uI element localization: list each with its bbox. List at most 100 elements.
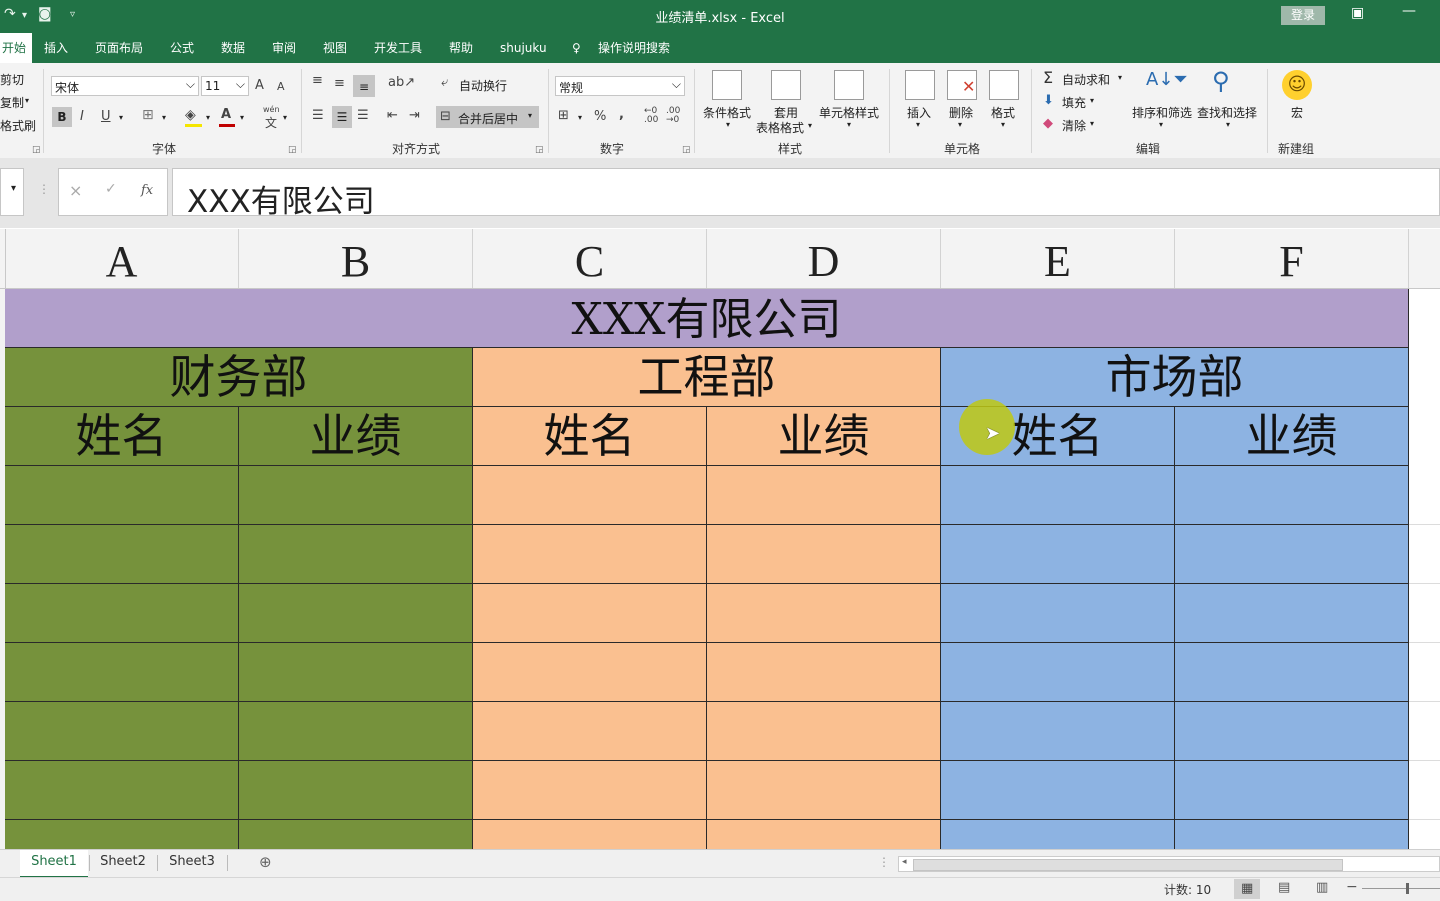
find-dropdown-icon[interactable]: ▾	[1226, 120, 1230, 129]
login-button[interactable]: 登录	[1281, 6, 1325, 25]
ribbon-display-icon[interactable]: ▣	[1351, 5, 1364, 21]
normal-view-button[interactable]: ▦	[1234, 879, 1260, 899]
autosum-button[interactable]: 自动求和	[1062, 71, 1110, 88]
accounting-dropdown-icon[interactable]: ▾	[578, 113, 582, 122]
name-box-dropdown-icon[interactable]: ▾	[11, 183, 16, 194]
delete-dropdown-icon[interactable]: ▾	[958, 120, 962, 129]
number-launcher-icon[interactable]: ◲	[682, 145, 691, 155]
cell-e9[interactable]	[941, 761, 1175, 820]
macro-button[interactable]: 宏	[1291, 104, 1303, 121]
cell-c10[interactable]	[473, 820, 707, 849]
font-size-select[interactable]: 11 ⌵	[201, 76, 249, 96]
dept-finance-cell[interactable]: 财务部	[5, 348, 473, 407]
cell-e8[interactable]	[941, 702, 1175, 761]
font-color-dropdown-icon[interactable]: ▾	[240, 113, 244, 122]
format-as-table-label2[interactable]: 表格格式	[756, 119, 804, 136]
cell-f7[interactable]	[1175, 643, 1409, 702]
cell-c9[interactable]	[473, 761, 707, 820]
header-name-finance[interactable]: 姓名	[5, 407, 239, 466]
header-performance-finance[interactable]: 业绩	[239, 407, 473, 466]
cell-b9[interactable]	[239, 761, 473, 820]
alignment-launcher-icon[interactable]: ◲	[535, 145, 544, 155]
cell-f10[interactable]	[1175, 820, 1409, 849]
cut-button[interactable]: 剪切	[0, 71, 24, 88]
tab-formulas[interactable]: 公式	[170, 33, 194, 63]
insert-dropdown-icon[interactable]: ▾	[916, 120, 920, 129]
cell-a7[interactable]	[5, 643, 239, 702]
column-header-e[interactable]: E	[941, 229, 1175, 288]
cell-a10[interactable]	[5, 820, 239, 849]
tab-developer[interactable]: 开发工具	[374, 33, 422, 63]
cell-b7[interactable]	[239, 643, 473, 702]
find-select-button[interactable]: 查找和选择	[1197, 104, 1257, 121]
font-name-select[interactable]: 宋体 ⌵	[51, 76, 199, 96]
zoom-slider[interactable]	[1362, 888, 1440, 889]
shrink-font-icon[interactable]: A	[277, 80, 285, 93]
decrease-indent-icon[interactable]: ⇤	[387, 108, 398, 123]
column-header-c[interactable]: C	[473, 229, 707, 288]
sheet-tab-sheet2[interactable]: Sheet2	[90, 850, 156, 876]
cell-f8[interactable]	[1175, 702, 1409, 761]
format-cells-button[interactable]: 格式	[991, 104, 1015, 121]
align-middle-icon[interactable]: ≡	[334, 76, 345, 91]
column-header-b[interactable]: B	[239, 229, 473, 288]
header-name-engineering[interactable]: 姓名	[473, 407, 707, 466]
cell-g6[interactable]	[1409, 584, 1440, 643]
cell-f4[interactable]	[1175, 466, 1409, 525]
format-painter-button[interactable]: 格式刷	[0, 117, 36, 134]
insert-function-icon[interactable]: fx	[141, 183, 153, 198]
copy-dropdown-icon[interactable]: ▾	[25, 96, 29, 105]
tab-insert[interactable]: 插入	[44, 33, 68, 63]
cell-e7[interactable]	[941, 643, 1175, 702]
tab-review[interactable]: 审阅	[272, 33, 296, 63]
percent-style-icon[interactable]: %	[594, 109, 606, 124]
autosum-dropdown-icon[interactable]: ▾	[1118, 73, 1122, 82]
fill-color-dropdown-icon[interactable]: ▾	[206, 113, 210, 122]
insert-cells-button[interactable]: 插入	[907, 104, 931, 121]
cell-e6[interactable]	[941, 584, 1175, 643]
fill-dropdown-icon[interactable]: ▾	[1090, 96, 1094, 105]
orientation-icon[interactable]: ab↗	[388, 75, 415, 90]
border-dropdown-icon[interactable]: ▾	[162, 113, 166, 122]
zoom-slider-thumb[interactable]	[1406, 883, 1409, 894]
tab-page-layout[interactable]: 页面布局	[95, 33, 143, 63]
cell-c4[interactable]	[473, 466, 707, 525]
minimize-icon[interactable]: —	[1402, 3, 1416, 19]
cond-dropdown-icon[interactable]: ▾	[726, 120, 730, 129]
format-dropdown-icon[interactable]: ▾	[1001, 120, 1005, 129]
cell-g7[interactable]	[1409, 643, 1440, 702]
cell-e5[interactable]	[941, 525, 1175, 584]
cell-c7[interactable]	[473, 643, 707, 702]
clear-dropdown-icon[interactable]: ▾	[1090, 119, 1094, 128]
bold-button[interactable]: B	[52, 107, 72, 127]
cell-c5[interactable]	[473, 525, 707, 584]
cell-a6[interactable]	[5, 584, 239, 643]
wrap-text-button[interactable]: 自动换行	[459, 77, 507, 94]
conditional-formatting-button[interactable]: 条件格式	[703, 104, 751, 121]
cell-e4[interactable]	[941, 466, 1175, 525]
dept-engineering-cell[interactable]: 工程部	[473, 348, 941, 407]
tab-split-handle-icon[interactable]: ⋮	[878, 855, 890, 869]
cell-d7[interactable]	[707, 643, 941, 702]
cell-d10[interactable]	[707, 820, 941, 849]
page-break-view-icon[interactable]: ▥	[1316, 880, 1328, 895]
fill-button[interactable]: 填充	[1062, 94, 1086, 111]
column-header-d[interactable]: D	[707, 229, 941, 288]
cell-g10[interactable]	[1409, 820, 1440, 849]
sort-dropdown-icon[interactable]: ▾	[1159, 120, 1163, 129]
enter-icon[interactable]: ✓	[105, 181, 117, 197]
cell-b4[interactable]	[239, 466, 473, 525]
cell-a9[interactable]	[5, 761, 239, 820]
clipboard-launcher-icon[interactable]: ◲	[32, 145, 41, 155]
increase-decimal-icon[interactable]: ←0 .00	[644, 107, 662, 125]
phonetic-guide-icon[interactable]: 文	[265, 114, 277, 131]
cell-d8[interactable]	[707, 702, 941, 761]
cell-f5[interactable]	[1175, 525, 1409, 584]
italic-button[interactable]: I	[80, 109, 84, 124]
tell-me-search[interactable]: 操作说明搜索	[598, 33, 670, 63]
clear-button[interactable]: 清除	[1062, 117, 1086, 134]
cell-c8[interactable]	[473, 702, 707, 761]
sort-filter-button[interactable]: 排序和筛选	[1132, 104, 1192, 121]
delete-cells-button[interactable]: 删除	[949, 104, 973, 121]
page-layout-view-icon[interactable]: ▤	[1278, 880, 1290, 895]
